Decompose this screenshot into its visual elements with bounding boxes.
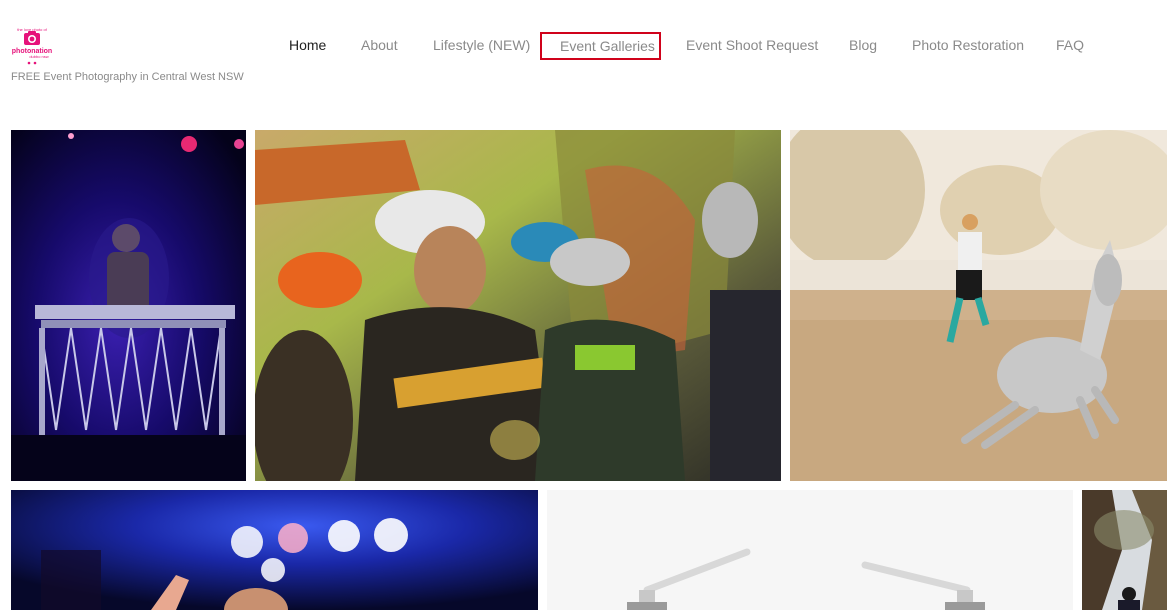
site-tagline: FREE Event Photography in Central West N… [11,71,244,83]
nav-item-home[interactable]: Home [289,32,326,60]
nav-item-about[interactable]: About [361,32,398,60]
gallery-tile-concert-dancer[interactable] [11,490,538,610]
nav-item-faq[interactable]: FAQ [1056,32,1084,60]
concert-dancer-photo [11,490,538,610]
nav-item-blog[interactable]: Blog [849,32,877,60]
gallery-tile-dj-stage[interactable] [11,130,246,481]
nav-item-event-shoot-request[interactable]: Event Shoot Request [686,32,818,60]
nav-item-lifestyle[interactable]: Lifestyle (NEW) [433,32,530,60]
nav-item-photo-restoration[interactable]: Photo Restoration [912,32,1024,60]
svg-text:dubbo nsw: dubbo nsw [29,54,48,59]
gallery-tile-outdoor-event[interactable] [1082,490,1167,610]
drone-photo [547,490,1073,610]
running-horse-photo [790,130,1167,481]
gallery-tile-drone[interactable] [547,490,1073,610]
nav-item-event-galleries[interactable]: Event Galleries [540,32,661,60]
outdoor-event-photo [1082,490,1167,610]
gallery-tile-running-horse[interactable] [790,130,1167,481]
site-header: the love photo of photonation dubbo nsw … [0,0,1167,120]
gallery-tile-cyclists[interactable] [255,130,781,481]
dj-stage-photo [11,130,246,481]
site-logo[interactable]: the love photo of photonation dubbo nsw [11,26,53,66]
cyclists-photo [255,130,781,481]
